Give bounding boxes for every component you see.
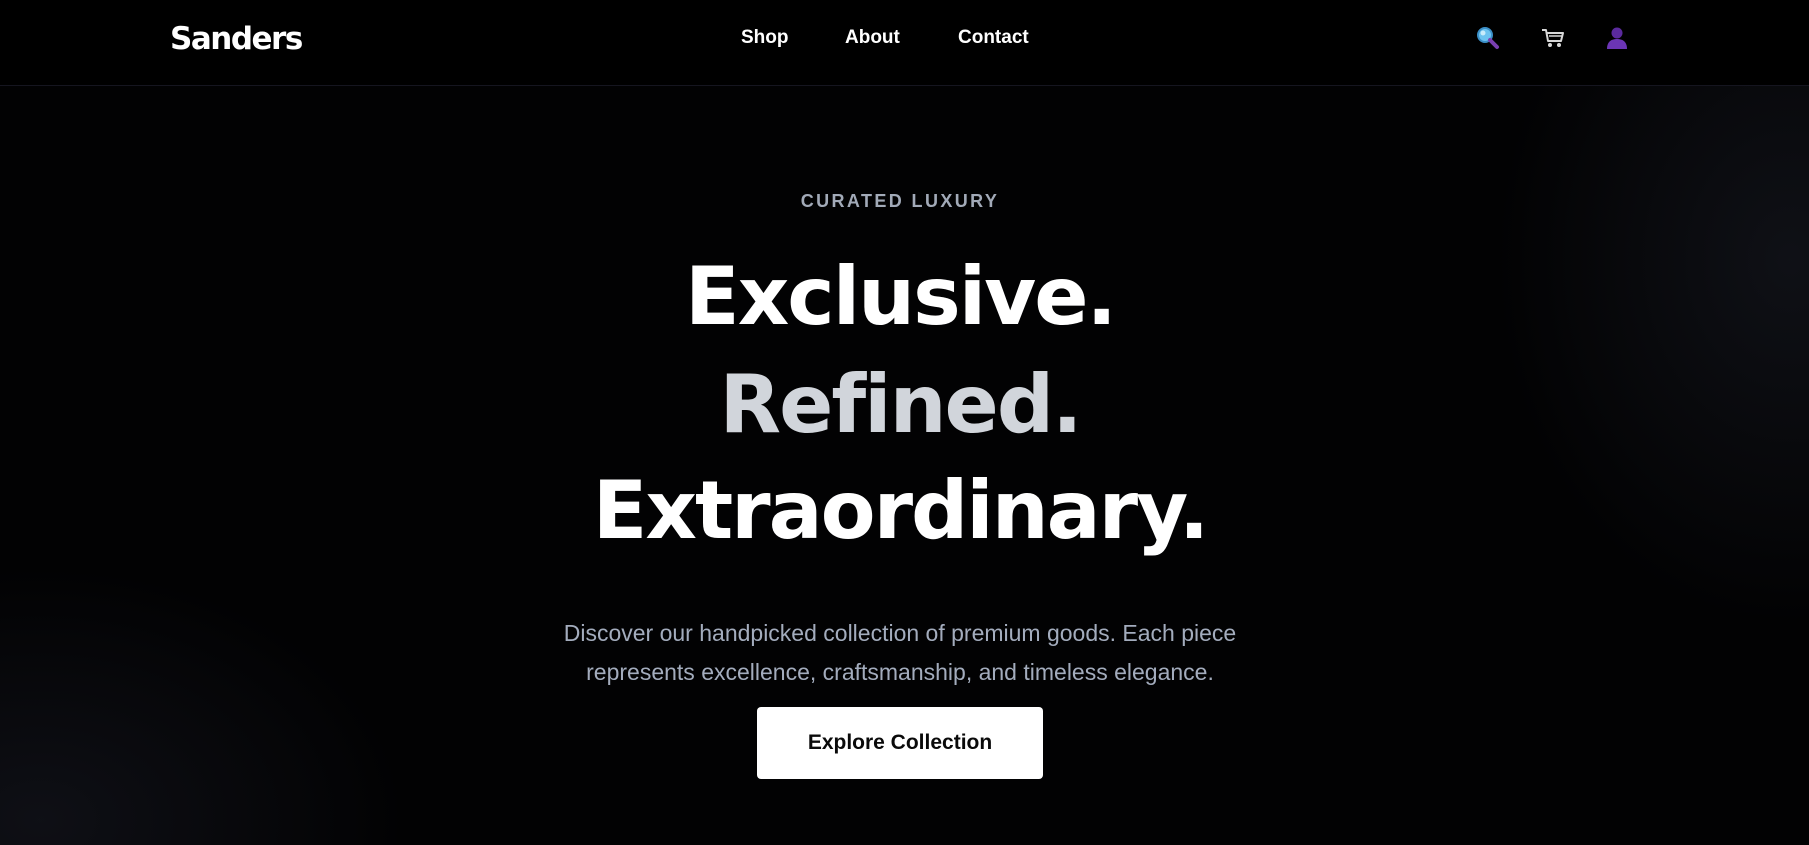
nav-link-about[interactable]: About	[845, 26, 900, 50]
hero-headline-line-2: Refined.	[719, 358, 1083, 451]
hero-section: CURATED LUXURY Exclusive. Refined. Extra…	[0, 87, 1809, 845]
nav-link-contact[interactable]: Contact	[958, 26, 1029, 50]
hero-description-line-2: represents excellence, craftsmanship, an…	[586, 659, 1214, 685]
site-header: Sanders Shop About Contact	[0, 0, 1809, 86]
page: Sanders Shop About Contact CURATED LUXUR…	[0, 0, 1809, 845]
cart-icon[interactable]	[1540, 25, 1566, 51]
explore-collection-button[interactable]: Explore Collection	[757, 707, 1043, 779]
nav-link-shop[interactable]: Shop	[741, 26, 789, 50]
main-nav: Shop About Contact	[0, 0, 1809, 77]
hero-headline-line-3: Extraordinary.	[592, 464, 1210, 557]
hero-eyebrow: CURATED LUXURY	[800, 191, 1000, 211]
hero-description: Discover our handpicked collection of pr…	[0, 614, 1800, 692]
hero-headline-line-1: Exclusive.	[685, 250, 1117, 343]
hero-description-line-1: Discover our handpicked collection of pr…	[563, 620, 1237, 646]
search-icon[interactable]	[1475, 25, 1501, 51]
user-icon[interactable]	[1604, 25, 1630, 51]
